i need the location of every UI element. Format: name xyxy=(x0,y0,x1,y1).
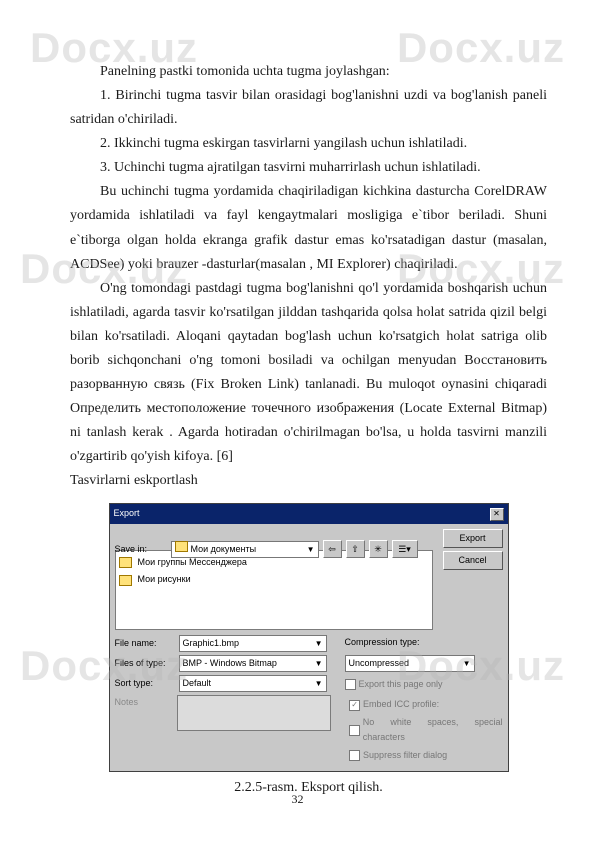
folder-icon xyxy=(175,541,188,552)
page-number: 32 xyxy=(0,792,595,807)
export-dialog: Export ✕ Save in: Мои документы ▼ ⇦ ⇧ ✳ … xyxy=(109,503,509,772)
compression-label: Compression type: xyxy=(345,635,420,650)
chevron-down-icon: ▼ xyxy=(307,543,315,557)
list-item-1: 1. Birinchi tugma tasvir bilan orasidagi… xyxy=(70,84,547,132)
suppress-checkbox[interactable]: Suppress filter dialog xyxy=(349,748,502,763)
folder-icon xyxy=(119,557,132,568)
back-button[interactable]: ⇦ xyxy=(323,540,342,558)
list-item[interactable]: Мои рисунки xyxy=(119,571,429,588)
compression-select[interactable]: Uncompressed▼ xyxy=(345,655,475,672)
paragraph: Panelning pastki tomonida uchta tugma jo… xyxy=(70,60,547,84)
sort-type-select[interactable]: Default▼ xyxy=(179,675,327,692)
list-item-3: 3. Uchinchi tugma ajratilgan tasvirni mu… xyxy=(70,156,547,180)
new-folder-button[interactable]: ✳ xyxy=(369,540,388,558)
export-button[interactable]: Export xyxy=(443,529,503,548)
file-list[interactable]: Мои группы Мессенджера Мои рисунки xyxy=(115,550,433,630)
cancel-button[interactable]: Cancel xyxy=(443,551,503,570)
no-white-checkbox[interactable]: No white spaces, special characters xyxy=(349,715,502,746)
paragraph: O'ng tomondagi pastdagi tugma bog'lanish… xyxy=(70,277,547,470)
paragraph: Tasvirlarni eskportlash xyxy=(70,469,547,493)
paragraph: Bu uchinchi tugma yordamida chaqiriladig… xyxy=(70,180,547,276)
view-button[interactable]: ☰▾ xyxy=(392,540,418,558)
close-button[interactable]: ✕ xyxy=(490,508,504,521)
notes-label: Notes xyxy=(115,695,171,710)
page-only-checkbox[interactable]: Export this page only xyxy=(345,677,443,692)
document-body: Panelning pastki tomonida uchta tugma jo… xyxy=(70,60,547,800)
file-name-input[interactable]: Graphic1.bmp▼ xyxy=(179,635,327,652)
embed-icc-checkbox[interactable]: ✓Embed ICC profile: xyxy=(349,697,502,712)
notes-input[interactable] xyxy=(177,695,331,731)
sort-type-label: Sort type: xyxy=(115,676,173,691)
dialog-title-text: Export xyxy=(114,506,140,521)
dialog-titlebar: Export ✕ xyxy=(110,504,508,523)
files-of-type-select[interactable]: BMP - Windows Bitmap▼ xyxy=(179,655,327,672)
list-item-2: 2. Ikkinchi tugma eskirgan tasvirlarni y… xyxy=(70,132,547,156)
up-button[interactable]: ⇧ xyxy=(346,540,365,558)
files-of-type-label: Files of type: xyxy=(115,656,173,671)
folder-icon xyxy=(119,575,132,586)
file-name-label: File name: xyxy=(115,636,173,651)
